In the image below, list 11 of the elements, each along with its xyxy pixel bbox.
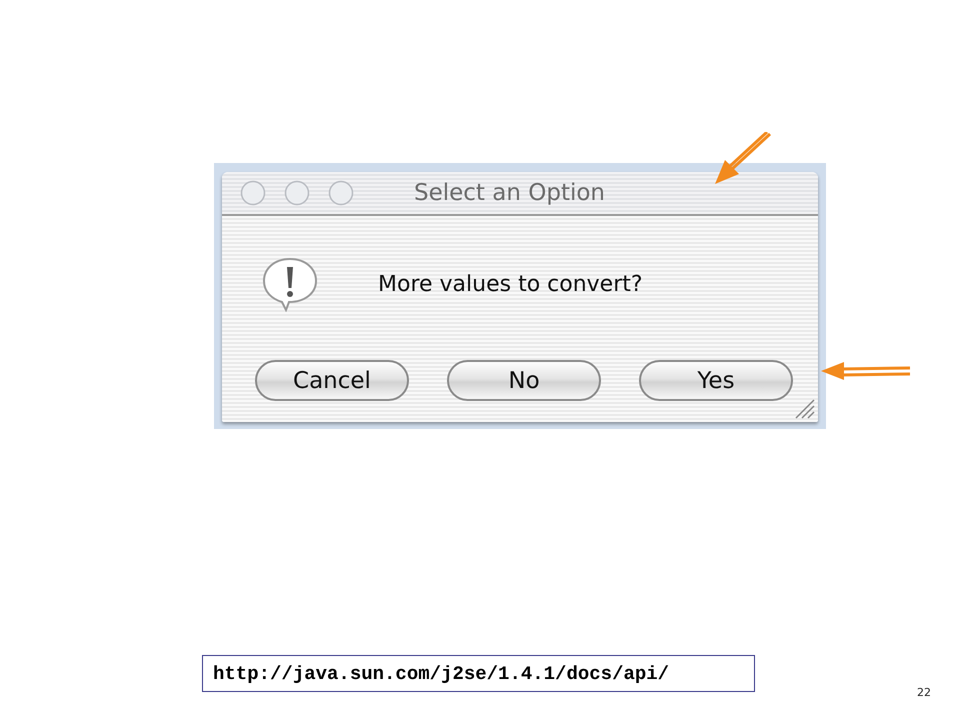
dialog-button[interactable]: Yes bbox=[639, 360, 793, 401]
url-box: http://java.sun.com/j2se/1.4.1/docs/api/ bbox=[202, 655, 755, 692]
dialog-button[interactable]: Cancel bbox=[255, 360, 409, 401]
window-control-icon[interactable] bbox=[284, 180, 310, 206]
alert-icon bbox=[260, 256, 320, 312]
dialog-message: More values to convert? bbox=[378, 272, 643, 296]
window-title: Select an Option bbox=[414, 180, 606, 206]
window-control-icon[interactable] bbox=[328, 180, 354, 206]
dialog-button[interactable]: No bbox=[447, 360, 601, 401]
window-control-icon[interactable] bbox=[240, 180, 266, 206]
page-number: 22 bbox=[917, 686, 931, 699]
